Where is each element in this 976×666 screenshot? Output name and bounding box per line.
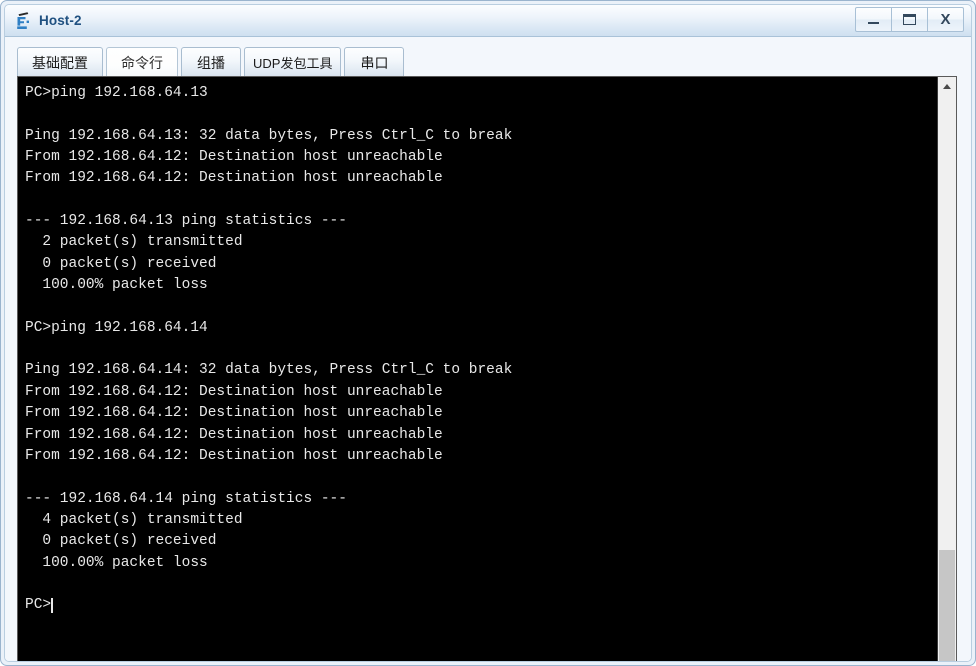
window-inner: Host-2 X 基础配置 命令行 组播 UDP发包工具 串口 PC>ping … — [4, 4, 972, 662]
close-button[interactable]: X — [927, 7, 964, 32]
terminal-output-area[interactable]: PC>ping 192.168.64.13 Ping 192.168.64.13… — [18, 77, 937, 661]
tab-label: 基础配置 — [32, 54, 88, 71]
close-icon: X — [940, 11, 951, 28]
tab-label: 组播 — [197, 54, 225, 71]
tab-label: 串口 — [360, 54, 389, 71]
chevron-up-icon — [943, 83, 951, 89]
terminal-text: PC>ping 192.168.64.13 Ping 192.168.64.13… — [25, 85, 513, 614]
title-bar[interactable]: Host-2 X — [5, 5, 971, 37]
tab-multicast[interactable]: 组播 — [181, 47, 241, 77]
pc-terminal-icon — [17, 11, 29, 29]
tab-udp-tool[interactable]: UDP发包工具 — [244, 47, 342, 77]
host-2-window: Host-2 X 基础配置 命令行 组播 UDP发包工具 串口 PC>ping … — [0, 0, 976, 666]
tab-label: 命令行 — [121, 54, 163, 71]
terminal-scrollbar[interactable] — [937, 77, 956, 661]
tab-command-line[interactable]: 命令行 — [106, 47, 178, 77]
scrollbar-thumb[interactable] — [939, 550, 955, 661]
window-body: 基础配置 命令行 组播 UDP发包工具 串口 PC>ping 192.168.6… — [5, 37, 971, 661]
window-title: Host-2 — [39, 13, 82, 28]
minimize-button[interactable] — [855, 7, 892, 32]
window-controls: X — [855, 7, 964, 32]
scrollbar-track[interactable] — [938, 95, 956, 661]
tab-strip: 基础配置 命令行 组播 UDP发包工具 串口 — [17, 45, 405, 77]
maximize-icon — [903, 14, 916, 25]
tab-basic-config[interactable]: 基础配置 — [17, 47, 103, 77]
minimize-icon — [868, 22, 879, 24]
text-cursor — [51, 598, 54, 614]
console-panel: PC>ping 192.168.64.13 Ping 192.168.64.13… — [17, 76, 957, 661]
maximize-button[interactable] — [891, 7, 928, 32]
tab-serial-port[interactable]: 串口 — [344, 47, 405, 77]
scroll-up-button[interactable] — [938, 77, 956, 95]
tab-label: UDP发包工具 — [253, 56, 333, 71]
